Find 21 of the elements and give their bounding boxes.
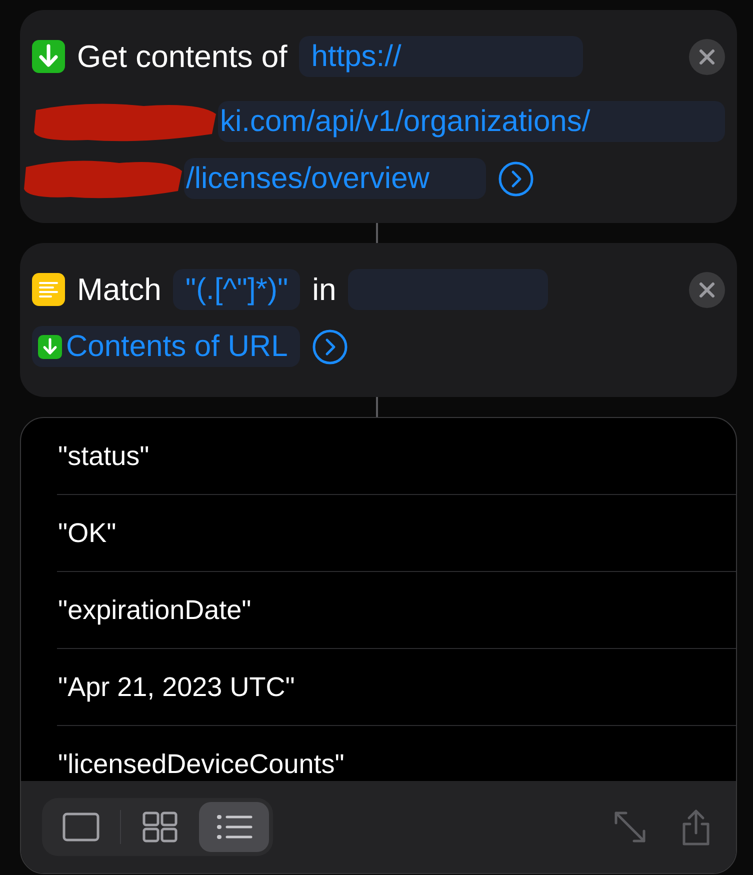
- download-icon: [32, 40, 65, 73]
- pattern-token[interactable]: "(.[^"]*)": [173, 269, 300, 310]
- result-item: "licensedDeviceCounts": [58, 748, 344, 780]
- result-item: "OK": [58, 518, 116, 548]
- chevron-circle-icon[interactable]: [312, 328, 348, 364]
- close-button[interactable]: [689, 272, 725, 308]
- action-title: Match: [77, 272, 162, 308]
- url-token[interactable]: https://: [299, 36, 584, 77]
- download-icon: [38, 334, 62, 358]
- result-item: "expirationDate": [58, 594, 252, 626]
- url-token[interactable]: ki.com/api/v1/organizations/: [218, 101, 725, 142]
- chevron-circle-icon[interactable]: [498, 160, 534, 196]
- connector-text: in: [312, 272, 336, 308]
- text-icon: [32, 273, 65, 306]
- close-button[interactable]: [689, 38, 725, 74]
- result-item: "Apr 21, 2023 UTC": [58, 672, 295, 702]
- variable-token[interactable]: Contents of URL: [32, 326, 300, 367]
- action-title: Get contents of: [77, 38, 288, 74]
- result-item: "status": [58, 440, 150, 472]
- url-token[interactable]: /licenses/overview: [184, 158, 486, 199]
- view-mode-button[interactable]: [199, 802, 269, 852]
